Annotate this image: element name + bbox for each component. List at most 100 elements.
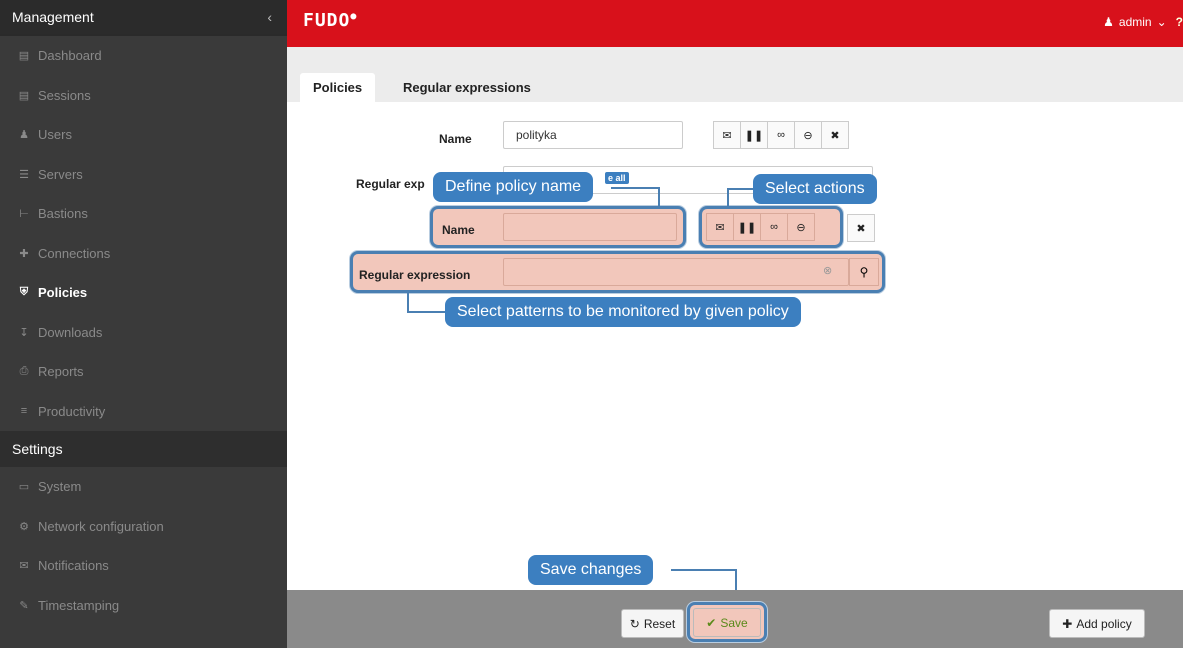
user-name: admin (1118, 15, 1152, 29)
name-input-highlighted[interactable] (503, 213, 677, 241)
sidebar-item-sessions[interactable]: ▤ Sessions (0, 76, 287, 116)
minus-circle-icon[interactable]: ⊖ (787, 213, 815, 241)
server-icon: ☰ (19, 168, 29, 181)
folder-icon: ▭ (18, 481, 30, 494)
actions-highlight: ✉ ❚❚ ∞ ⊖ (699, 206, 843, 248)
reset-button[interactable]: ↻ Reset (621, 609, 684, 638)
regexp-label-highlighted: Regular expression (359, 268, 471, 282)
unlink-icon[interactable]: ∞ (760, 213, 788, 241)
sidebar-item-notifications[interactable]: ✉ Notifications (0, 546, 287, 586)
sidebar-item-productivity[interactable]: ≡ Productivity (0, 392, 287, 432)
refresh-icon: ↻ (629, 616, 640, 631)
action-buttons-highlighted: ✉ ❚❚ ∞ ⊖ (706, 213, 815, 241)
tooltip-select-actions: Select actions (753, 174, 877, 204)
name-input[interactable]: polityka (503, 121, 683, 149)
sitemap-icon: ⊢ (19, 208, 29, 221)
plus-icon: ✚ (1062, 616, 1073, 631)
settings-header: Settings (0, 431, 287, 467)
search-icon[interactable]: ⚲ (849, 258, 879, 286)
users-icon: ♟ (19, 129, 29, 142)
close-icon[interactable]: ✖ (847, 214, 875, 242)
sidebar-item-downloads[interactable]: ↧ Downloads (0, 313, 287, 353)
sidebar-item-reports[interactable]: ⎙ Reports (0, 352, 287, 392)
envelope-icon[interactable]: ✉ (713, 121, 741, 149)
save-highlight: ✔ Save (687, 602, 767, 642)
help-icon[interactable]: ? (1176, 15, 1183, 29)
chevron-left-icon[interactable]: ‹ (267, 9, 272, 25)
connector-line (671, 569, 737, 571)
save-button[interactable]: ✔ Save (693, 608, 761, 637)
regexp-input-highlighted[interactable] (503, 258, 849, 286)
envelope-icon[interactable]: ✉ (706, 213, 734, 241)
bar-chart-icon: ▤ (18, 50, 30, 63)
arrows-icon: ✚ (19, 247, 29, 260)
tooltip-select-patterns: Select patterns to be monitored by given… (445, 297, 801, 327)
pause-icon[interactable]: ❚❚ (733, 213, 761, 241)
sidebar-item-label: Reports (38, 364, 84, 380)
sidebar-item-dashboard[interactable]: ▤ Dashboard (0, 36, 287, 76)
sidebar-title: Management (12, 9, 94, 25)
printer-icon: ⎙ (19, 365, 29, 378)
sidebar-item-system[interactable]: ▭ System (0, 467, 287, 507)
name-label-highlighted: Name (442, 223, 475, 237)
sidebar-item-policies[interactable]: ⛨ Policies (0, 273, 287, 313)
sidebar-header: Management ‹ (0, 0, 287, 36)
sidebar-item-label: Productivity (38, 403, 106, 419)
sidebar-item-label: Bastions (38, 206, 88, 222)
cogs-icon: ⚙ (19, 520, 29, 533)
sidebar: Management ‹ ▤ Dashboard ▤ Sessions ♟ Users ☰ S… (0, 0, 287, 648)
sidebar-item-label: System (38, 479, 82, 495)
connector-line (407, 311, 447, 313)
connector-line (611, 187, 659, 189)
edit-icon: ✎ (19, 599, 29, 612)
sidebar-item-bastions[interactable]: ⊢ Bastions (0, 194, 287, 234)
tab-regular-expressions[interactable]: Regular expressions (390, 73, 544, 102)
tab-policies[interactable]: Policies (300, 73, 376, 102)
sidebar-item-users[interactable]: ♟ Users (0, 115, 287, 155)
sidebar-item-label: Network configuration (38, 518, 164, 534)
sidebar-item-servers[interactable]: ☰ Servers (0, 155, 287, 195)
reset-label: Reset (643, 616, 676, 631)
policy-form: Name polityka ✉ ❚❚ ∞ ⊖ ✖ Regular exp e a… (287, 102, 1183, 601)
sidebar-item-label: Sessions (38, 87, 91, 103)
close-icon[interactable]: ✖ (821, 121, 849, 149)
sidebar-item-label: Connections (38, 245, 111, 261)
sidebar-item-timestamping[interactable]: ✎ Timestamping (0, 586, 287, 626)
check-icon: ✔ (706, 615, 717, 630)
clear-icon[interactable]: ⊗ (823, 264, 832, 277)
regexp-highlight: Regular expression ⊗ ⚲ (350, 251, 885, 293)
select-all-badge[interactable]: e all (605, 172, 629, 184)
action-buttons: ✉ ❚❚ ∞ ⊖ ✖ (713, 121, 849, 149)
save-label: Save (720, 615, 748, 630)
envelope-icon: ✉ (19, 560, 29, 573)
user-icon: ♟ (1103, 15, 1114, 29)
add-policy-label: Add policy (1076, 616, 1132, 631)
unlink-icon[interactable]: ∞ (767, 121, 795, 149)
sidebar-item-network-configuration[interactable]: ⚙ Network configuration (0, 507, 287, 547)
sidebar-item-label: Downloads (38, 324, 103, 340)
sidebar-item-label: Servers (38, 166, 83, 182)
film-icon: ▤ (18, 89, 30, 102)
connector-line (407, 293, 409, 313)
chevron-down-icon: ⌄ (1156, 15, 1167, 29)
connector-line (658, 187, 660, 207)
connector-line (727, 188, 753, 190)
minus-circle-icon[interactable]: ⊖ (794, 121, 822, 149)
regexp-label: Regular exp (356, 177, 425, 191)
pause-icon[interactable]: ❚❚ (740, 121, 768, 149)
sidebar-item-label: Users (38, 127, 72, 143)
sidebar-item-label: Policies (38, 285, 88, 301)
tab-bar: Policies Regular expressions (287, 47, 1183, 102)
fudo-logo[interactable]: FUDO● (303, 10, 357, 31)
name-highlight: Name (430, 206, 686, 248)
user-menu[interactable]: ♟ admin ⌄ ? (1103, 15, 1183, 29)
download-icon: ↧ (19, 326, 29, 339)
sidebar-item-connections[interactable]: ✚ Connections (0, 234, 287, 274)
sidebar-item-label: Timestamping (38, 597, 120, 613)
list-icon: ≡ (20, 405, 28, 418)
add-policy-button[interactable]: ✚ Add policy (1049, 609, 1145, 638)
shield-icon: ⛨ (19, 286, 29, 299)
tooltip-define-policy-name: Define policy name (433, 172, 594, 202)
connector-line (727, 188, 729, 207)
topbar: FUDO● ♟ admin ⌄ ? (287, 0, 1183, 47)
